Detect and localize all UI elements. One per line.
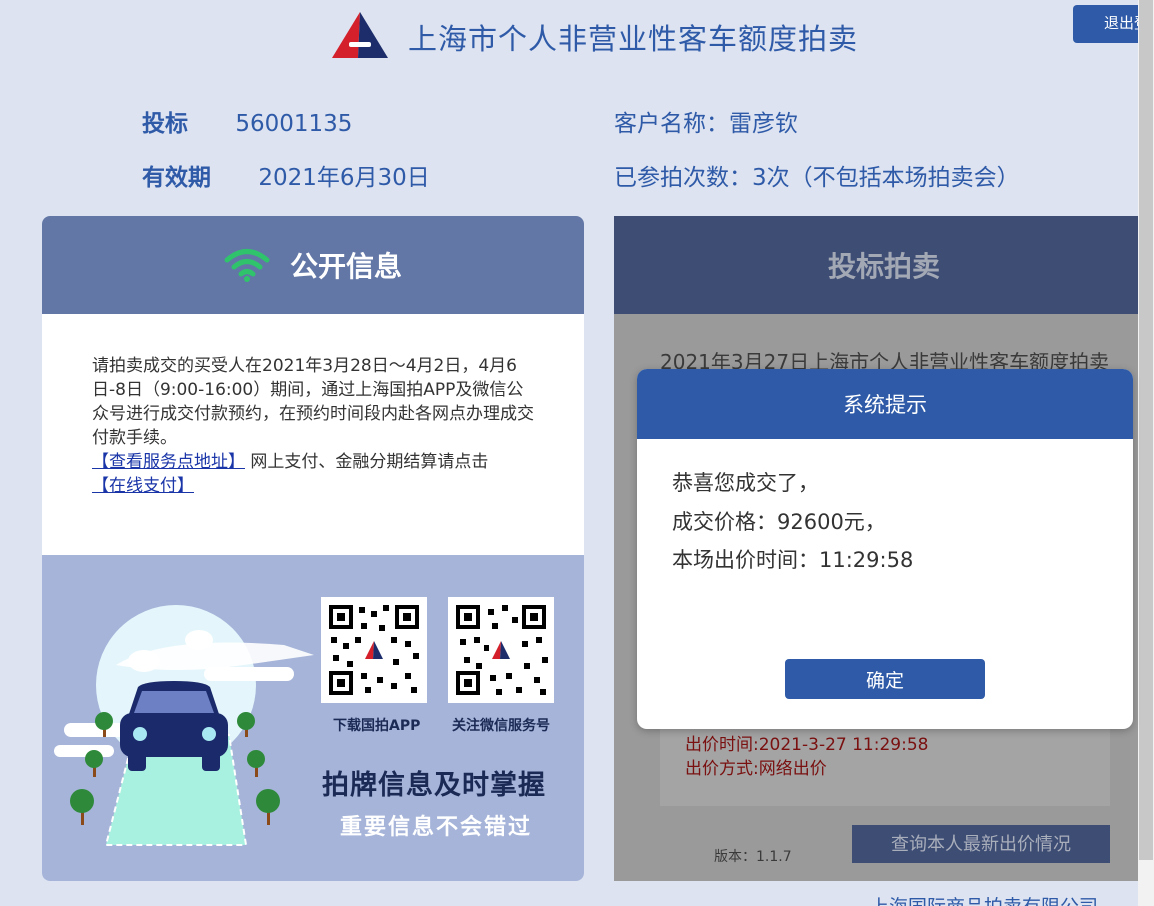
bid-number-row: 投标 56001135	[142, 104, 352, 138]
wechat-qr-code	[448, 597, 554, 703]
modal-title: 系统提示	[637, 369, 1133, 439]
promo-subtitle: 重要信息不会错过	[340, 815, 533, 840]
bid-number-value: 56001135	[235, 111, 353, 137]
participation-row: 已参拍次数：3次（不包括本场拍卖会）	[614, 158, 1020, 192]
participation-label: 已参拍次数：	[614, 165, 752, 191]
auction-header: 投标拍卖	[614, 216, 1154, 314]
query-bid-button[interactable]: 查询本人最新出价情况	[852, 825, 1110, 863]
app-qr-code	[321, 597, 427, 703]
bid-number-label: 投标	[142, 111, 188, 137]
wifi-icon	[224, 249, 270, 282]
notice-text: 请拍卖成交的买受人在2021年3月28日～4月2日，4月6日-8日（9:00-1…	[92, 356, 534, 448]
public-info-panel: 公开信息 请拍卖成交的买受人在2021年3月28日～4月2日，4月6日-8日（9…	[42, 216, 584, 881]
service-address-link[interactable]: 【查看服务点地址】	[92, 452, 245, 472]
promo-title: 拍牌信息及时掌握	[322, 770, 546, 801]
valid-date-label: 有效期	[142, 165, 211, 191]
version-label: 版本：1.1.7	[714, 849, 792, 865]
customer-row: 客户名称：雷彦钦	[614, 104, 798, 138]
customer-label: 客户名称：	[614, 111, 729, 137]
valid-date-row: 有效期 2021年6月30日	[142, 158, 430, 192]
site-logo	[332, 12, 388, 58]
auction-header-title: 投标拍卖	[827, 250, 940, 283]
header: 上海市个人非营业性客车额度拍卖 退出登	[0, 0, 1154, 80]
site-title: 上海市个人非营业性客车额度拍卖	[408, 22, 859, 56]
bid-method: 出价方式:网络出价	[685, 759, 827, 779]
bid-time: 出价时间:2021-3-27 11:29:58	[685, 735, 929, 755]
confirm-button[interactable]: 确定	[785, 659, 985, 699]
car-illustration	[54, 605, 314, 846]
wechat-qr-label: 关注微信服务号	[452, 718, 550, 734]
scrollbar-thumb[interactable]	[1139, 0, 1153, 860]
modal-price: 成交价格：92600元，	[672, 510, 886, 534]
notice-box: 请拍卖成交的买受人在2021年3月28日～4月2日，4月6日-8日（9:00-1…	[42, 314, 584, 555]
modal-bid-time: 本场出价时间：11:29:58	[672, 548, 914, 572]
promo-banner: 下载国拍APP 关注微信服务号 拍牌信息及时掌握 重要信息不会错过	[42, 555, 584, 881]
online-pay-hint: 网上支付、金融分期结算请点击	[245, 452, 489, 472]
customer-name: 雷彦钦	[729, 111, 798, 137]
public-info-title: 公开信息	[289, 250, 402, 283]
public-info-header: 公开信息	[42, 216, 584, 314]
online-pay-link[interactable]: 【在线支付】	[92, 476, 194, 496]
modal-congrats: 恭喜您成交了，	[672, 471, 819, 495]
valid-date-value: 2021年6月30日	[258, 165, 430, 191]
app-qr-label: 下载国拍APP	[333, 718, 421, 734]
participation-value: 3次（不包括本场拍卖会）	[752, 165, 1020, 191]
bid-info-box: 出价时间:2021-3-27 11:29:58 出价方式:网络出价	[660, 716, 1110, 806]
footer-company-link[interactable]: 上海国际商品拍卖有限公司	[870, 892, 1098, 906]
system-notice-modal: 系统提示 恭喜您成交了， 成交价格：92600元， 本场出价时间：11:29:5…	[637, 369, 1133, 729]
